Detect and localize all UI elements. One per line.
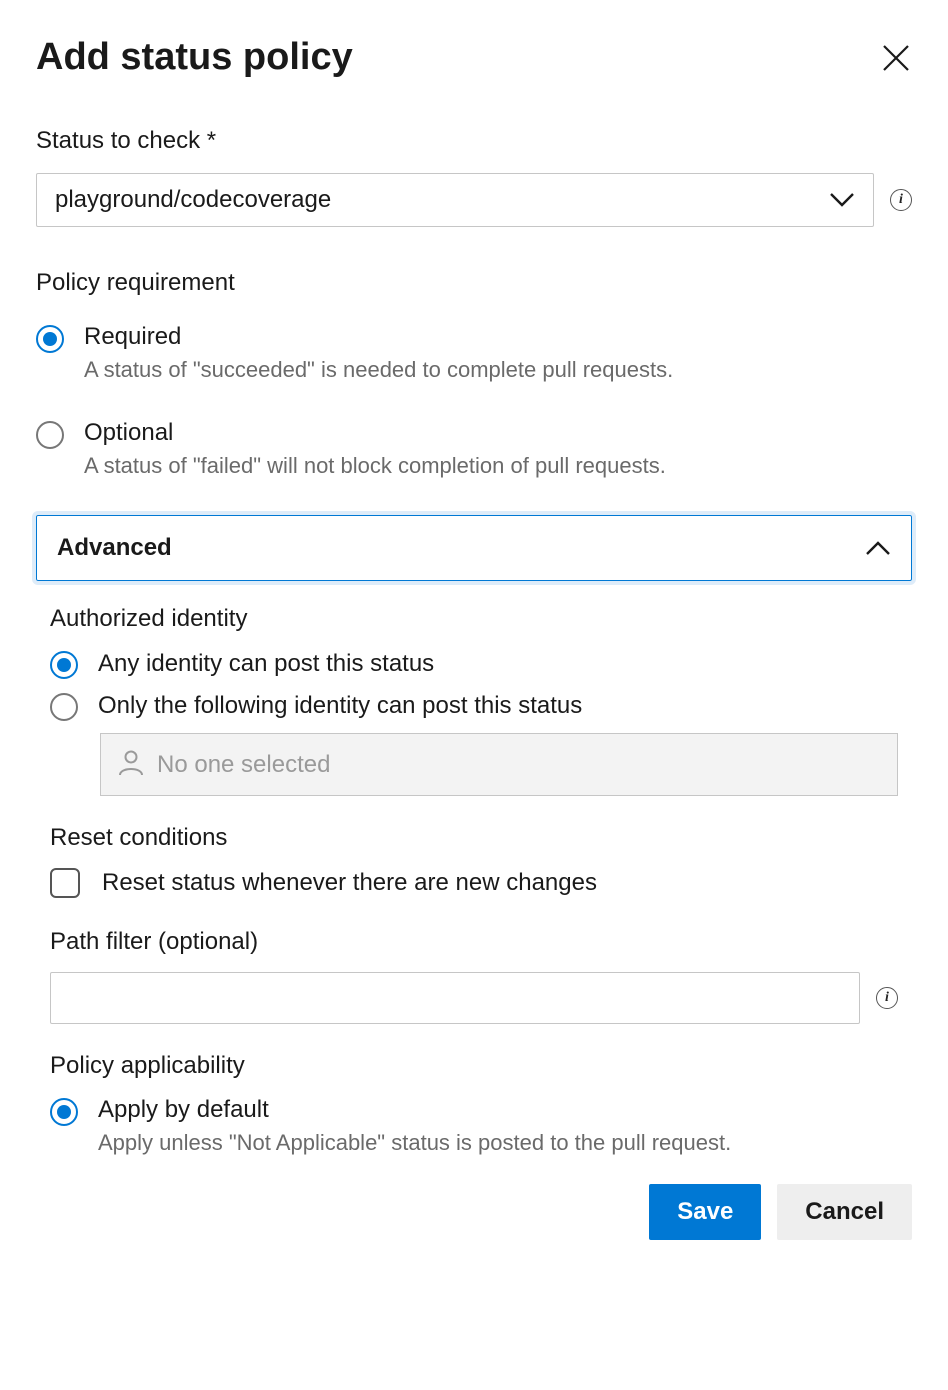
radio-optional-label: Optional — [84, 419, 666, 447]
radio-required-label: Required — [84, 323, 673, 351]
radio-optional-desc: A status of "failed" will not block comp… — [84, 453, 666, 479]
identity-picker[interactable]: No one selected — [100, 733, 898, 796]
reset-checkbox[interactable] — [50, 868, 80, 898]
radio-specific-identity[interactable] — [50, 693, 78, 721]
identity-placeholder: No one selected — [157, 751, 330, 779]
status-check-value: playground/codecoverage — [55, 186, 331, 214]
radio-apply-default-label: Apply by default — [98, 1096, 731, 1124]
close-icon[interactable] — [880, 42, 912, 74]
authorized-identity-label: Authorized identity — [50, 605, 898, 633]
reset-conditions-label: Reset conditions — [50, 824, 898, 852]
radio-apply-default-desc: Apply unless "Not Applicable" status is … — [98, 1130, 731, 1156]
radio-apply-default[interactable] — [50, 1098, 78, 1126]
chevron-up-icon — [865, 540, 891, 556]
info-icon[interactable]: i — [890, 189, 912, 211]
path-filter-label: Path filter (optional) — [50, 928, 898, 956]
save-button[interactable]: Save — [649, 1184, 761, 1240]
page-title: Add status policy — [36, 36, 353, 79]
radio-required[interactable] — [36, 325, 64, 353]
cancel-button[interactable]: Cancel — [777, 1184, 912, 1240]
status-check-label: Status to check * — [36, 127, 912, 155]
info-icon[interactable]: i — [876, 987, 898, 1009]
radio-optional[interactable] — [36, 421, 64, 449]
chevron-down-icon — [829, 192, 855, 208]
status-check-select[interactable]: playground/codecoverage — [36, 173, 874, 227]
policy-applicability-label: Policy applicability — [50, 1052, 898, 1080]
radio-any-identity-label: Any identity can post this status — [98, 650, 434, 678]
person-icon — [117, 748, 145, 781]
advanced-panel-toggle[interactable]: Advanced — [36, 515, 912, 581]
policy-requirement-label: Policy requirement — [36, 269, 912, 297]
advanced-title: Advanced — [57, 534, 172, 562]
reset-checkbox-label: Reset status whenever there are new chan… — [102, 869, 597, 897]
radio-required-desc: A status of "succeeded" is needed to com… — [84, 357, 673, 383]
path-filter-input[interactable] — [50, 972, 860, 1024]
radio-specific-identity-label: Only the following identity can post thi… — [98, 692, 582, 720]
radio-any-identity[interactable] — [50, 651, 78, 679]
